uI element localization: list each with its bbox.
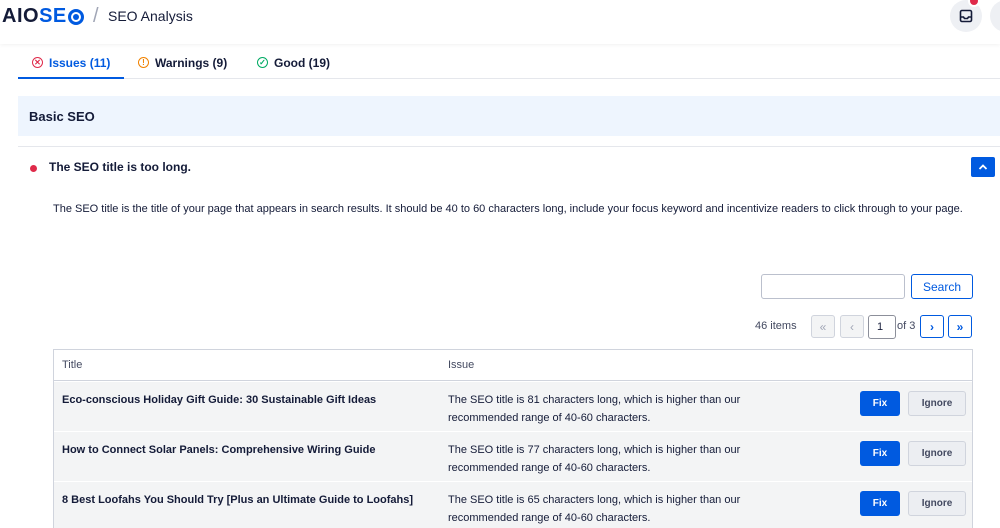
check-circle-icon: ✓ bbox=[257, 57, 268, 68]
table-row: Eco-conscious Holiday Gift Guide: 30 Sus… bbox=[54, 382, 972, 432]
table-row: 8 Best Loofahs You Should Try [Plus an U… bbox=[54, 482, 972, 528]
table-header: Title Issue bbox=[54, 350, 972, 381]
row-issue: The SEO title is 65 characters long, whi… bbox=[448, 494, 741, 524]
search-input[interactable] bbox=[761, 274, 905, 299]
tab-issues-label: Issues (11) bbox=[49, 55, 111, 70]
ignore-button[interactable]: Ignore bbox=[908, 491, 966, 516]
alert-circle-icon: ! bbox=[138, 57, 149, 68]
aioseo-logo: AIO SE bbox=[2, 5, 84, 28]
tab-good[interactable]: ✓ Good (19) bbox=[257, 46, 330, 79]
next-page-button[interactable]: › bbox=[920, 315, 944, 338]
active-tab-indicator bbox=[18, 77, 124, 79]
column-header-issue: Issue bbox=[448, 359, 475, 371]
page-total-label: of 3 bbox=[897, 320, 916, 332]
search-button[interactable]: Search bbox=[911, 274, 973, 299]
top-header: AIO SE / SEO Analysis bbox=[0, 0, 1000, 44]
current-page-input[interactable]: 1 bbox=[868, 315, 896, 339]
ignore-button[interactable]: Ignore bbox=[908, 391, 966, 416]
chevron-up-icon bbox=[978, 164, 988, 170]
issue-card: The SEO title is too long. The SEO title… bbox=[18, 146, 1000, 528]
analysis-tabs: ✕ Issues (11) ! Warnings (9) ✓ Good (19) bbox=[18, 46, 1000, 79]
fix-button[interactable]: Fix bbox=[860, 391, 900, 416]
error-dot-icon bbox=[30, 165, 37, 172]
last-page-button[interactable]: » bbox=[948, 315, 972, 338]
section-title: Basic SEO bbox=[29, 108, 95, 124]
table-row: How to Connect Solar Panels: Comprehensi… bbox=[54, 432, 972, 482]
tab-warnings[interactable]: ! Warnings (9) bbox=[138, 46, 227, 79]
fix-button[interactable]: Fix bbox=[860, 441, 900, 466]
collapse-button[interactable] bbox=[971, 157, 995, 177]
tab-issues[interactable]: ✕ Issues (11) bbox=[32, 46, 110, 79]
tab-good-label: Good (19) bbox=[274, 55, 330, 70]
prev-page-button[interactable]: ‹ bbox=[840, 315, 864, 338]
fix-button[interactable]: Fix bbox=[860, 491, 900, 516]
tab-warnings-label: Warnings (9) bbox=[155, 55, 228, 70]
page-title: SEO Analysis bbox=[108, 8, 193, 24]
items-count: 46 items bbox=[755, 320, 797, 332]
x-circle-icon: ✕ bbox=[32, 57, 43, 68]
row-title: Eco-conscious Holiday Gift Guide: 30 Sus… bbox=[62, 394, 377, 406]
issue-description: The SEO title is the title of your page … bbox=[53, 203, 963, 215]
logo-gear-icon bbox=[67, 8, 84, 25]
inbox-icon bbox=[959, 9, 973, 23]
section-header: Basic SEO bbox=[18, 96, 1000, 136]
logo-prefix: AIO bbox=[2, 5, 40, 27]
ignore-button[interactable]: Ignore bbox=[908, 441, 966, 466]
first-page-button[interactable]: « bbox=[811, 315, 835, 338]
issue-title: The SEO title is too long. bbox=[49, 160, 192, 174]
row-title: How to Connect Solar Panels: Comprehensi… bbox=[62, 444, 376, 456]
breadcrumb-separator: / bbox=[93, 5, 99, 27]
column-header-title: Title bbox=[62, 359, 83, 371]
row-issue: The SEO title is 77 characters long, whi… bbox=[448, 444, 741, 474]
help-button[interactable] bbox=[990, 0, 1000, 32]
row-title: 8 Best Loofahs You Should Try [Plus an U… bbox=[62, 494, 414, 506]
logo-seo-text: SE bbox=[39, 5, 67, 27]
issues-table: Title Issue Eco-conscious Holiday Gift G… bbox=[53, 349, 973, 528]
row-issue: The SEO title is 81 characters long, whi… bbox=[448, 394, 741, 424]
